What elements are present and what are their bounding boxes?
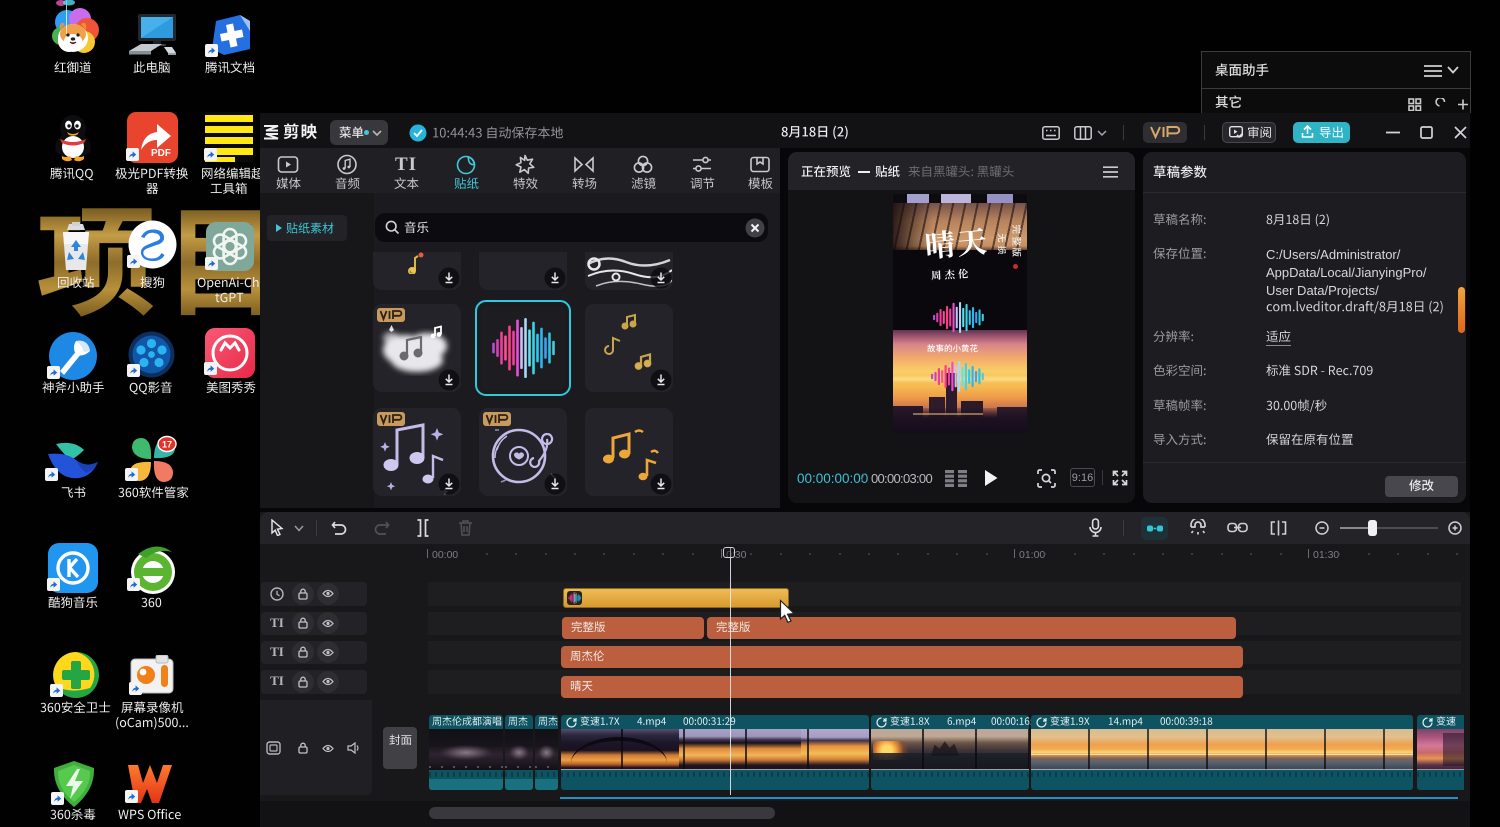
svg-text:PDF: PDF bbox=[151, 148, 171, 159]
svg-text:17: 17 bbox=[162, 439, 172, 449]
